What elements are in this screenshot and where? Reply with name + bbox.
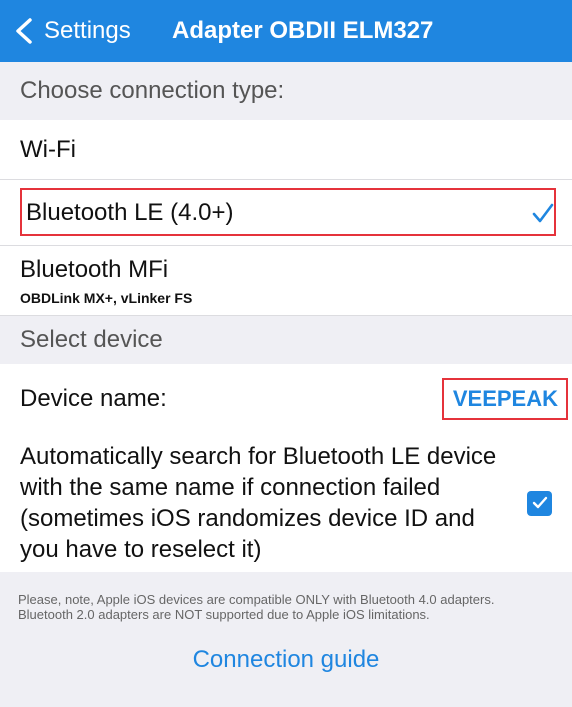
section-header-device: Select device bbox=[0, 316, 572, 364]
page-title: Adapter OBDII ELM327 bbox=[172, 17, 434, 44]
checkmark-icon bbox=[532, 203, 554, 222]
section-header-connection: Choose connection type: bbox=[0, 62, 572, 120]
auto-search-row[interactable]: Automatically search for Bluetooth LE de… bbox=[0, 434, 572, 572]
option-bluetooth-mfi[interactable]: Bluetooth MFi OBDLink MX+, vLinker FS bbox=[0, 246, 572, 316]
chevron-left-icon bbox=[16, 18, 32, 44]
checkbox-checked-icon[interactable] bbox=[527, 490, 552, 516]
back-button[interactable]: Settings bbox=[14, 0, 131, 62]
highlight-box bbox=[20, 188, 556, 236]
checkmark-icon bbox=[532, 496, 547, 509]
option-wifi[interactable]: Wi-Fi bbox=[0, 120, 572, 180]
back-button-label: Settings bbox=[44, 17, 131, 44]
note-line-2: Bluetooth 2.0 adapters are NOT supported… bbox=[18, 607, 430, 622]
option-bluetooth-mfi-label: Bluetooth MFi bbox=[20, 255, 169, 283]
option-bluetooth-le[interactable]: Bluetooth LE (4.0+) bbox=[0, 180, 572, 246]
auto-search-label: Automatically search for Bluetooth LE de… bbox=[20, 443, 497, 563]
compatibility-note: Please, note, Apple iOS devices are comp… bbox=[0, 572, 572, 707]
device-name-value[interactable]: VEEPEAK bbox=[453, 386, 558, 412]
option-wifi-label: Wi-Fi bbox=[20, 135, 76, 163]
note-line-1: Please, note, Apple iOS devices are comp… bbox=[18, 592, 495, 607]
device-name-row[interactable]: Device name: VEEPEAK bbox=[0, 364, 572, 434]
connection-guide-link[interactable]: Connection guide bbox=[0, 646, 572, 674]
option-bluetooth-mfi-sublabel: OBDLink MX+, vLinker FS bbox=[20, 289, 193, 306]
navigation-bar: Settings Adapter OBDII ELM327 bbox=[0, 0, 572, 62]
device-name-label: Device name: bbox=[20, 385, 167, 412]
